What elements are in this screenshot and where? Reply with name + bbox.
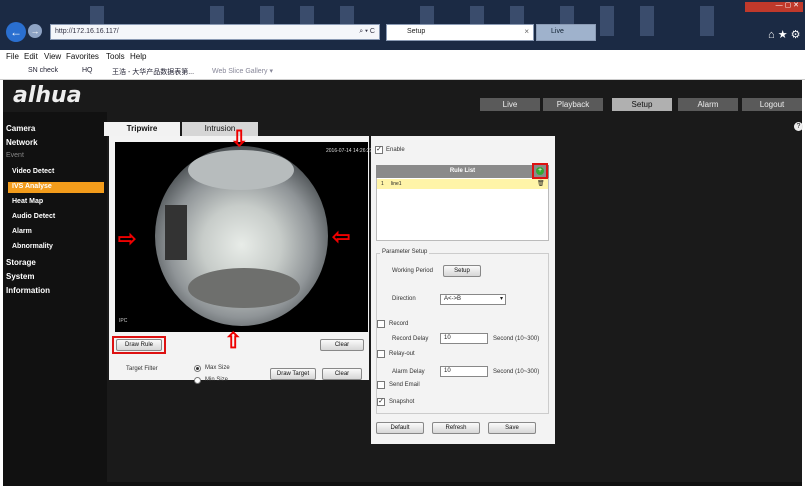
arrow-up-icon: ⇧ — [224, 328, 243, 353]
enable-label: Enable — [386, 147, 405, 153]
browser-toolbar-icons[interactable]: ⌂ ★ ⚙ — [768, 28, 800, 41]
plus-icon: + — [536, 167, 544, 175]
window-controls[interactable]: — ▢ ✕ — [745, 2, 803, 12]
browser-tab-label: Live — [551, 28, 564, 35]
favorite-link[interactable]: SN check — [28, 67, 58, 74]
refresh-button[interactable]: Refresh — [432, 422, 480, 434]
record-delay-input[interactable]: 10 — [440, 333, 488, 344]
menu-tools[interactable]: Tools — [106, 52, 125, 61]
sidebar-item-alarm[interactable]: Alarm — [12, 228, 32, 235]
menu-help[interactable]: Help — [130, 52, 146, 61]
menu-favorites[interactable]: Favorites — [66, 52, 99, 61]
nav-alarm[interactable]: Alarm — [678, 98, 738, 111]
window-controls-glyphs: — ▢ ✕ — [775, 2, 799, 9]
working-period-label: Working Period — [392, 268, 433, 274]
send-email-label: Send Email — [389, 382, 420, 388]
menu-file[interactable]: File — [6, 52, 19, 61]
rule-name: line1 — [391, 181, 402, 187]
address-text: http://172.16.16.117/ — [55, 28, 119, 35]
alarm-delay-label: Alarm Delay — [392, 369, 425, 375]
default-button[interactable]: Default — [376, 422, 424, 434]
video-channel-label: IPC — [119, 318, 128, 324]
alarm-delay-unit: Second (10~300) — [493, 369, 540, 375]
working-period-setup-button[interactable]: Setup — [443, 265, 481, 277]
sidebar-item-camera[interactable]: Camera — [6, 124, 35, 133]
fisheye-ceiling — [188, 150, 294, 190]
address-tools[interactable]: ⌕ ▾ C — [359, 28, 375, 36]
relay-out-checkbox[interactable] — [377, 350, 385, 358]
sidebar-item-abnormality[interactable]: Abnormality — [12, 243, 53, 250]
sidebar-item-system[interactable]: System — [6, 272, 34, 281]
draw-rule-button[interactable]: Draw Rule — [116, 339, 162, 351]
menu-edit[interactable]: Edit — [24, 52, 38, 61]
rule-index: 1 — [381, 181, 384, 187]
favorite-link[interactable]: Web Slice Gallery ▾ — [212, 67, 273, 75]
max-size-label: Max Size — [205, 365, 230, 371]
clear-target-button[interactable]: Clear — [322, 368, 362, 380]
delete-icon[interactable]: 🗑 — [537, 180, 545, 187]
sidebar-item-audio-detect[interactable]: Audio Detect — [12, 213, 55, 220]
max-size-radio[interactable] — [194, 365, 201, 372]
rule-list-header: Rule List — [376, 165, 549, 178]
min-size-radio[interactable] — [194, 377, 201, 384]
favorites-bar: SN check HQ 王浩 - 大华产品数据表第... Web Slice G… — [0, 64, 805, 80]
sidebar-item-heat-map[interactable]: Heat Map — [12, 198, 43, 205]
snapshot-checkbox[interactable]: ✓ — [377, 398, 385, 406]
record-delay-label: Record Delay — [392, 336, 429, 342]
arrow-down-icon: ⇩ — [230, 126, 249, 151]
clear-rule-button[interactable]: Clear — [320, 339, 364, 351]
tab-tripwire[interactable]: Tripwire — [104, 122, 180, 136]
sidebar-item-network[interactable]: Network — [6, 138, 38, 147]
record-label: Record — [389, 321, 409, 327]
add-rule-button[interactable]: + — [532, 163, 548, 179]
save-button[interactable]: Save — [488, 422, 536, 434]
sidebar-item-information[interactable]: Information — [6, 286, 50, 295]
relay-out-label: Relay-out — [389, 351, 415, 357]
chevron-down-icon: ▾ — [499, 296, 503, 302]
rule-row[interactable]: 1 line1 🗑 — [377, 179, 548, 189]
bottom-edge — [3, 482, 802, 486]
enable-checkbox[interactable]: ✓ — [375, 146, 383, 154]
nav-setup[interactable]: Setup — [612, 98, 672, 111]
alarm-delay-input[interactable]: 10 — [440, 366, 488, 377]
parameter-setup-title: Parameter Setup — [380, 249, 430, 255]
direction-label: Direction — [392, 296, 416, 302]
brand-logo: alhua — [13, 83, 82, 108]
back-arrow-icon[interactable]: ← — [6, 22, 26, 42]
nav-playback[interactable]: Playback — [543, 98, 603, 111]
favorite-link[interactable]: HQ — [82, 67, 93, 74]
menu-bar: File Edit View Favorites Tools Help — [0, 50, 805, 64]
record-delay-unit: Second (10~300) — [493, 336, 540, 342]
arrow-left-icon: ⇦ — [332, 224, 351, 249]
direction-value: A<->B — [444, 296, 462, 302]
fisheye-door — [165, 205, 187, 260]
nav-logout[interactable]: Logout — [742, 98, 802, 111]
sidebar-item-storage[interactable]: Storage — [6, 258, 36, 267]
video-timestamp: 2016-07-14 14:26:27 — [326, 148, 373, 154]
fisheye-floor — [188, 268, 300, 308]
min-size-label: Min Size — [205, 377, 229, 383]
draw-target-button[interactable]: Draw Target — [270, 368, 316, 380]
favorite-link[interactable]: 王浩 - 大华产品数据表第... — [112, 67, 194, 77]
help-icon[interactable]: ? — [794, 122, 803, 131]
send-email-checkbox[interactable] — [377, 381, 385, 389]
arrow-right-icon: ⇨ — [118, 226, 137, 251]
direction-select[interactable]: A<->B ▾ — [440, 294, 506, 305]
browser-tab-label: Setup — [407, 28, 426, 35]
target-filter-label: Target Filter — [126, 366, 158, 372]
sidebar-item-ivs-analyse[interactable]: IVS Analyse — [12, 183, 52, 190]
sidebar-item-event[interactable]: Event — [6, 152, 24, 159]
address-bar[interactable]: http://172.16.16.117/ ⌕ ▾ C — [50, 24, 380, 40]
nav-live[interactable]: Live — [480, 98, 540, 111]
record-checkbox[interactable] — [377, 320, 385, 328]
close-tab-icon[interactable]: × — [524, 27, 529, 36]
sidebar-item-video-detect[interactable]: Video Detect — [12, 168, 54, 175]
browser-tab-setup[interactable]: Setup × — [386, 24, 534, 41]
browser-tab-live[interactable]: Live — [536, 24, 596, 41]
forward-arrow-icon[interactable]: → — [28, 24, 42, 38]
menu-view[interactable]: View — [44, 52, 61, 61]
snapshot-label: Snapshot — [389, 399, 415, 405]
